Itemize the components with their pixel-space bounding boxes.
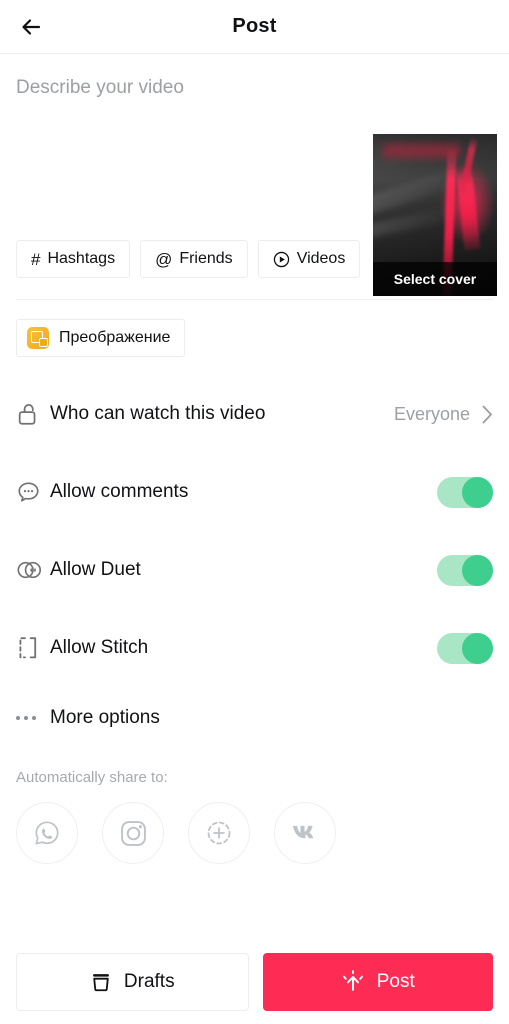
duet-icon — [16, 558, 50, 582]
toggle-knob — [462, 476, 493, 508]
instagram-story-icon — [207, 821, 231, 845]
post-button[interactable]: Post — [262, 953, 493, 1011]
hashtags-chip[interactable]: # Hashtags — [16, 240, 131, 278]
more-options-label: More options — [50, 707, 160, 728]
post-button-label: Post — [376, 971, 415, 992]
videos-chip[interactable]: Videos — [257, 240, 361, 278]
three-dots-icon — [16, 716, 50, 720]
drafts-button-label: Drafts — [123, 971, 175, 992]
toggle-knob — [462, 632, 493, 664]
effect-chip-label: Преображение — [59, 329, 171, 346]
friends-chip-label: Friends — [179, 250, 233, 267]
unlock-icon — [16, 401, 50, 427]
effect-chip[interactable]: Преображение — [16, 319, 186, 357]
more-options-row[interactable]: More options — [0, 687, 509, 749]
toggle-knob — [462, 554, 493, 586]
allow-duet-toggle[interactable] — [437, 554, 493, 586]
drafts-box-icon — [93, 974, 109, 992]
allow-stitch-label: Allow Stitch — [50, 637, 149, 658]
settings-list: Who can watch this video Everyone Allow … — [0, 375, 509, 749]
upload-arrow-icon — [342, 970, 363, 991]
allow-stitch-toggle[interactable] — [437, 632, 493, 664]
allow-comments-row[interactable]: Allow comments — [0, 453, 509, 531]
instagram-icon — [120, 820, 146, 846]
back-button[interactable] — [12, 7, 52, 47]
post-screen: Post Select cover # Hashtags @ Friends — [0, 0, 509, 1024]
describe-input[interactable] — [16, 76, 346, 101]
allow-duet-label: Allow Duet — [50, 559, 141, 580]
share-instagram-story-button[interactable] — [188, 802, 250, 864]
select-cover-button[interactable]: Select cover — [373, 262, 497, 296]
stitch-icon — [16, 635, 50, 661]
share-vk-button[interactable] — [274, 802, 336, 864]
comment-bubble-icon — [16, 480, 50, 505]
share-instagram-button[interactable] — [102, 802, 164, 864]
auto-share-label: Automatically share to: — [16, 769, 168, 786]
privacy-label: Who can watch this video — [50, 403, 266, 424]
share-whatsapp-button[interactable] — [16, 802, 78, 864]
privacy-row[interactable]: Who can watch this video Everyone — [0, 375, 509, 453]
privacy-value: Everyone — [393, 403, 470, 424]
cover-thumbnail[interactable]: Select cover — [373, 134, 497, 296]
friends-chip[interactable]: @ Friends — [140, 240, 248, 278]
chevron-right-icon — [482, 405, 493, 424]
page-title: Post — [232, 15, 277, 37]
allow-comments-toggle[interactable] — [437, 476, 493, 508]
video-effect-icon — [27, 327, 49, 349]
whatsapp-icon — [35, 821, 59, 845]
drafts-button[interactable]: Drafts — [16, 953, 249, 1011]
allow-stitch-row[interactable]: Allow Stitch — [0, 609, 509, 687]
effect-row: Преображение — [0, 300, 509, 357]
play-circle-icon — [273, 251, 290, 268]
allow-duet-row[interactable]: Allow Duet — [0, 531, 509, 609]
hashtag-icon: # — [31, 249, 41, 269]
arrow-left-icon — [22, 18, 41, 35]
hashtags-chip-label: Hashtags — [47, 250, 116, 267]
share-targets-row — [0, 786, 509, 864]
header: Post — [0, 0, 509, 54]
describe-area: Select cover — [0, 54, 509, 296]
allow-comments-label: Allow comments — [50, 481, 189, 502]
at-mention-icon: @ — [155, 249, 173, 269]
vk-icon — [292, 825, 314, 839]
select-cover-label: Select cover — [393, 271, 477, 287]
footer-actions: Drafts Post — [0, 940, 509, 1024]
videos-chip-label: Videos — [296, 250, 346, 267]
